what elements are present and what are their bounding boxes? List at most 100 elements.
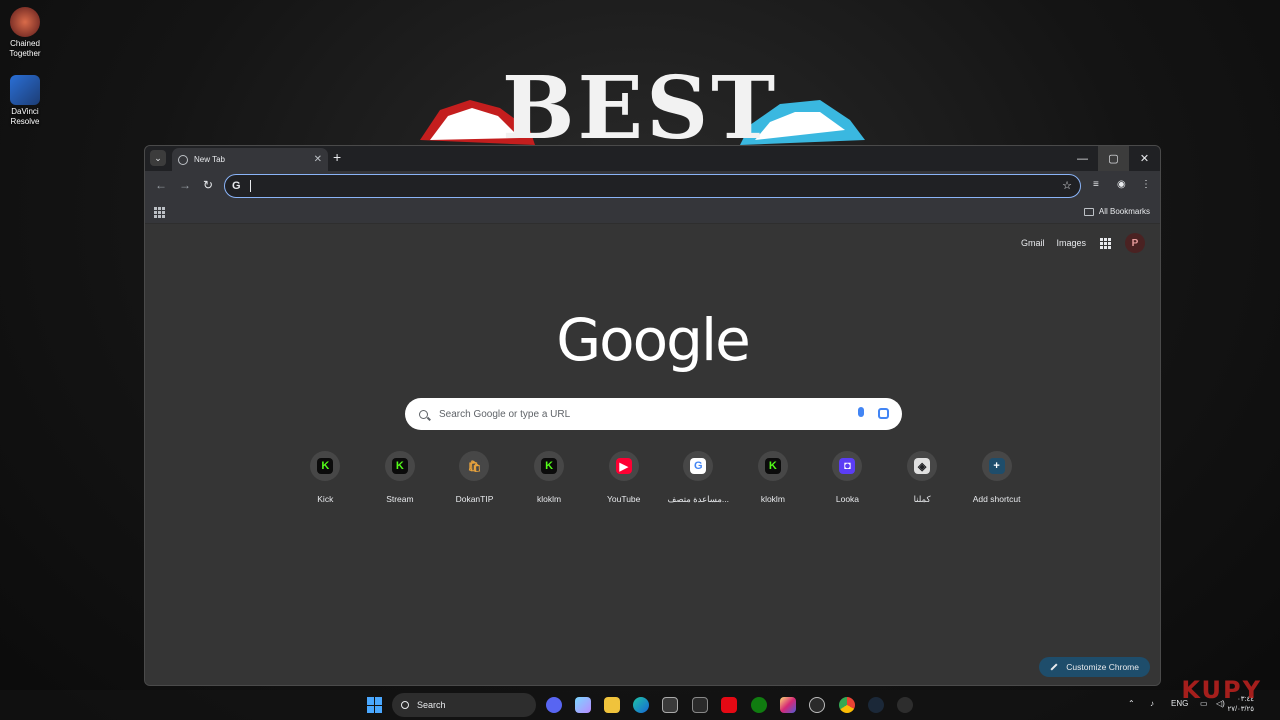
google-apps-icon[interactable] (1100, 237, 1111, 249)
steam-icon[interactable] (868, 697, 884, 713)
tab-title: New Tab (194, 155, 225, 164)
maximize-button[interactable]: ▢ (1098, 146, 1129, 171)
reading-list-icon[interactable]: ≡ (1093, 179, 1099, 190)
file-explorer-icon[interactable] (604, 697, 620, 713)
shortcut-tile[interactable]: ◈ كملنا (885, 451, 960, 505)
new-tab-button[interactable]: + (333, 149, 341, 165)
tab-search-button[interactable]: ⌄ (150, 150, 166, 166)
voice-search-icon[interactable] (858, 407, 864, 417)
tray-chevron-up-icon[interactable]: ⌃ (1128, 699, 1135, 708)
epic-games-icon[interactable] (692, 697, 708, 713)
shortcut-tile[interactable]: Kkloklm (736, 451, 811, 505)
windows-start-icon[interactable] (367, 697, 383, 713)
shortcut-favicon-icon: + (981, 451, 1012, 481)
shortcut-glyph: G (690, 458, 707, 474)
bookmarks-bar: All Bookmarks (145, 201, 1160, 224)
minimize-button[interactable]: — (1067, 146, 1098, 171)
all-bookmarks-button[interactable]: All Bookmarks (1083, 207, 1150, 216)
shortcut-tile[interactable]: ▶ YouTube (586, 451, 661, 505)
shortcut-label: Stream (386, 494, 414, 504)
close-tab-icon[interactable]: ✕ (314, 154, 322, 165)
shortcut-favicon-icon: K (757, 451, 788, 481)
shortcut-glyph: K (541, 458, 558, 474)
chrome-favicon-icon (178, 154, 188, 165)
shortcut-tile[interactable]: K Kick (288, 451, 363, 505)
shortcut-glyph: K (317, 458, 334, 474)
steam-alt-icon[interactable] (809, 697, 825, 713)
shortcut-glyph: + (988, 458, 1005, 474)
netflix-icon[interactable] (721, 697, 737, 713)
apps-grid-icon[interactable] (154, 207, 165, 218)
account-avatar[interactable]: P (1125, 233, 1145, 253)
edge-icon[interactable] (633, 697, 649, 713)
shortcut-label: Kick (317, 494, 334, 504)
shortcut-glyph: ◈ (914, 458, 931, 474)
instagram-icon[interactable] (780, 697, 796, 713)
shortcut-tile[interactable]: Kkloklm (512, 451, 587, 505)
ntp-search-box[interactable] (405, 398, 902, 430)
google-lens-icon[interactable] (878, 408, 889, 419)
desktop-icon-davinci-resolve[interactable]: DaVinci Resolve (4, 75, 46, 127)
shortcut-label: Add shortcut (972, 494, 1021, 504)
shortcut-favicon-icon: 🛍 (459, 451, 490, 481)
taskbar: Search ⌃ ♪ ENG ▭ ◁) ٠٣:٤٤ ٢٧/٠٣/٢٥ (0, 690, 1280, 720)
shortcut-label: YouTube (606, 494, 641, 504)
wallpaper-logo: BEST (420, 58, 865, 145)
reload-button[interactable]: ↻ (203, 178, 213, 192)
chained-together-icon (10, 7, 40, 37)
close-button[interactable]: ✕ (1129, 146, 1160, 171)
shortcut-favicon-icon: K (310, 451, 341, 481)
davinci-resolve-icon (10, 75, 40, 105)
chrome-icon[interactable] (839, 697, 855, 713)
wallpaper-text: BEST (502, 58, 778, 145)
shortcut-label: Looka (835, 494, 860, 504)
profile-icon[interactable]: ◉ (1117, 179, 1126, 190)
text-caret (250, 180, 251, 192)
ntp-top-links: Gmail Images P (1009, 233, 1145, 253)
toolbar: ← → ↻ G ☆ ≡ ◉ ⋮ (145, 171, 1160, 201)
images-link[interactable]: Images (1056, 238, 1086, 248)
tab-strip: ⌄ New Tab ✕ + — ▢ ✕ (145, 146, 1160, 171)
tab-new-tab[interactable]: New Tab ✕ (172, 148, 328, 171)
shortcut-favicon-icon: K (384, 451, 415, 481)
desktop-icon-label: Chained Together (9, 39, 41, 58)
desktop-icon-chained-together[interactable]: Chained Together (4, 7, 46, 59)
menu-kebab-icon[interactable]: ⋮ (1141, 179, 1151, 190)
xbox-icon[interactable] (751, 697, 767, 713)
shortcut-glyph: K (764, 458, 781, 474)
add-shortcut-button[interactable]: + Add shortcut (959, 451, 1034, 505)
shortcut-glyph: K (391, 458, 408, 474)
shortcut-glyph: ◘ (839, 458, 856, 474)
shortcut-favicon-icon: G (683, 451, 714, 481)
shortcut-tile[interactable]: G مساعدة متصف... (661, 451, 736, 505)
discord-icon[interactable] (546, 697, 562, 713)
desktop-icon-label: DaVinci Resolve (10, 107, 40, 126)
pencil-icon (1050, 663, 1058, 671)
chevron-down-icon: ⌄ (154, 152, 162, 163)
shortcut-label: مساعدة متصف... (667, 494, 729, 504)
obs-icon[interactable] (897, 697, 913, 713)
customize-chrome-label: Customize Chrome (1066, 662, 1139, 672)
shortcut-favicon-icon: ▶ (608, 451, 639, 481)
forward-button[interactable]: → (179, 178, 191, 192)
search-icon (419, 409, 428, 419)
shortcut-tile[interactable]: K Stream (363, 451, 438, 505)
address-bar[interactable]: G ☆ (224, 174, 1081, 198)
shortcut-favicon-icon: ◘ (832, 451, 863, 481)
taskbar-search[interactable]: Search (392, 693, 536, 717)
customize-chrome-button[interactable]: Customize Chrome (1039, 657, 1150, 677)
microsoft-store-icon[interactable] (662, 697, 678, 713)
copilot-icon[interactable] (575, 697, 591, 713)
chrome-window: ⌄ New Tab ✕ + — ▢ ✕ ← → ↻ G ☆ ≡ ◉ ⋮ All … (144, 145, 1161, 686)
shortcut-label: DokanTIP (455, 494, 494, 504)
watermark-logo: KUPY (1181, 676, 1262, 704)
bookmark-star-icon[interactable]: ☆ (1062, 179, 1072, 192)
ntp-search-input[interactable] (439, 408, 839, 420)
gmail-link[interactable]: Gmail (1021, 238, 1045, 248)
shortcut-label: كملنا (913, 494, 931, 504)
shortcut-label: kloklm (760, 494, 785, 504)
back-button[interactable]: ← (155, 178, 167, 192)
microphone-icon[interactable]: ♪ (1150, 699, 1154, 708)
shortcut-tile[interactable]: 🛍 DokanTIP (437, 451, 512, 505)
shortcut-tile[interactable]: ◘ Looka (810, 451, 885, 505)
